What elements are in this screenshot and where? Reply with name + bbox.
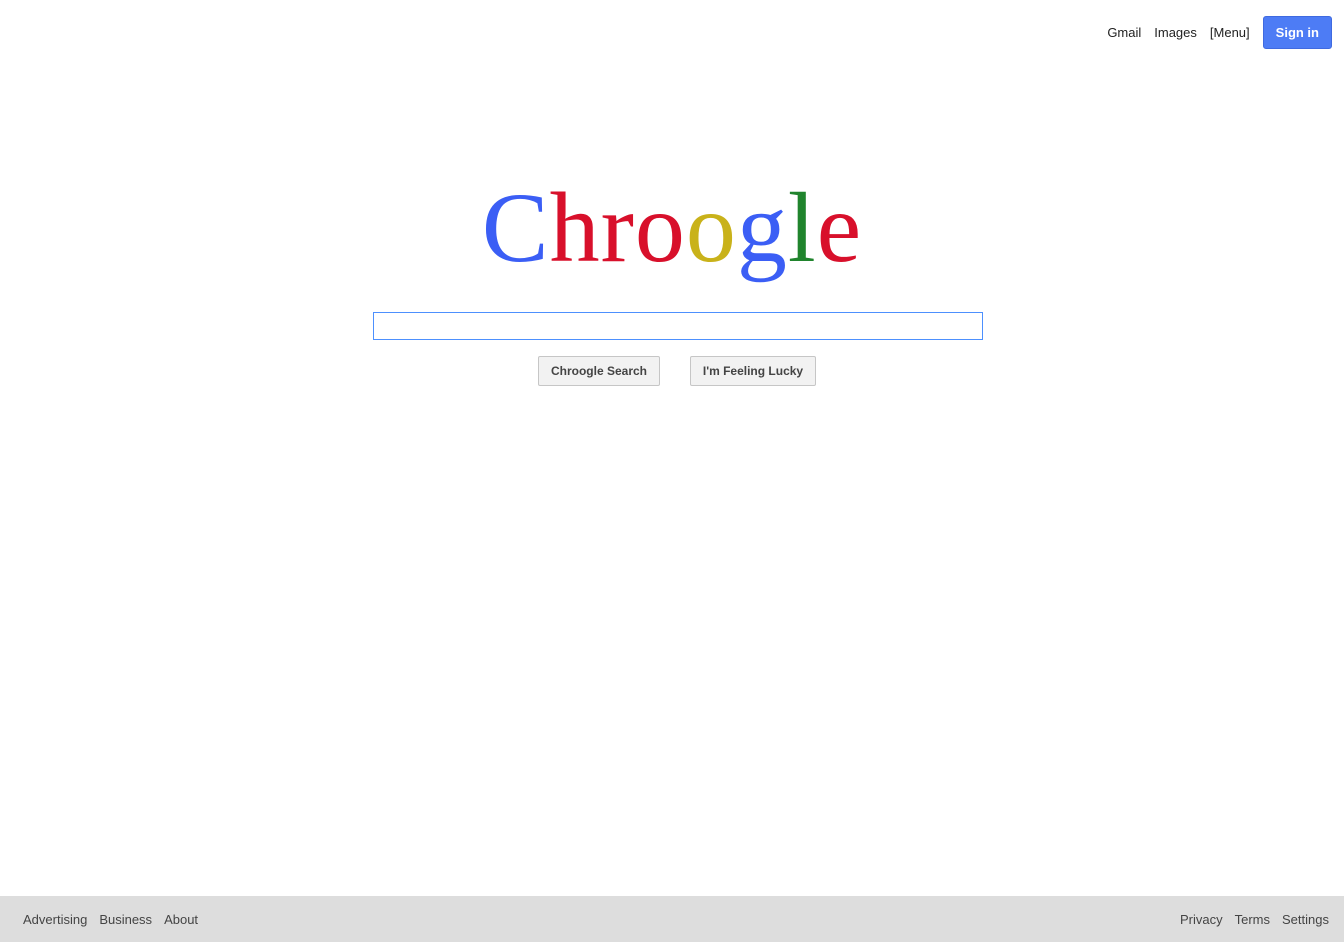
- advertising-link[interactable]: Advertising: [23, 912, 87, 927]
- chroogle-logo: Chroogle: [0, 168, 1344, 288]
- feeling-lucky-button[interactable]: I'm Feeling Lucky: [690, 356, 816, 386]
- footer-left-links: Advertising Business About: [23, 912, 210, 927]
- logo-letter: C: [481, 172, 550, 283]
- privacy-link[interactable]: Privacy: [1180, 912, 1223, 927]
- logo-letter: o: [634, 172, 686, 283]
- settings-link[interactable]: Settings: [1282, 912, 1329, 927]
- logo-letter: e: [816, 172, 863, 283]
- menu-link[interactable]: [Menu]: [1210, 25, 1250, 40]
- logo-letter: l: [787, 172, 817, 283]
- footer-right-links: Privacy Terms Settings: [1168, 912, 1329, 927]
- chroogle-search-button[interactable]: Chroogle Search: [538, 356, 660, 386]
- images-link[interactable]: Images: [1154, 25, 1197, 40]
- footer: Advertising Business About Privacy Terms…: [0, 896, 1344, 942]
- sign-in-button[interactable]: Sign in: [1262, 16, 1332, 49]
- about-link[interactable]: About: [164, 912, 198, 927]
- logo-letter: g: [736, 172, 788, 283]
- top-bar: Gmail Images [Menu] Sign in: [1107, 16, 1332, 49]
- gmail-link[interactable]: Gmail: [1107, 25, 1141, 40]
- chroogle-homepage: Gmail Images [Menu] Sign in Chroogle Chr…: [0, 0, 1344, 942]
- terms-link[interactable]: Terms: [1235, 912, 1270, 927]
- search-input[interactable]: [373, 312, 983, 340]
- business-link[interactable]: Business: [99, 912, 152, 927]
- logo-letter: h: [549, 172, 601, 283]
- logo-letter: o: [685, 172, 737, 283]
- logo-letter: r: [600, 172, 635, 283]
